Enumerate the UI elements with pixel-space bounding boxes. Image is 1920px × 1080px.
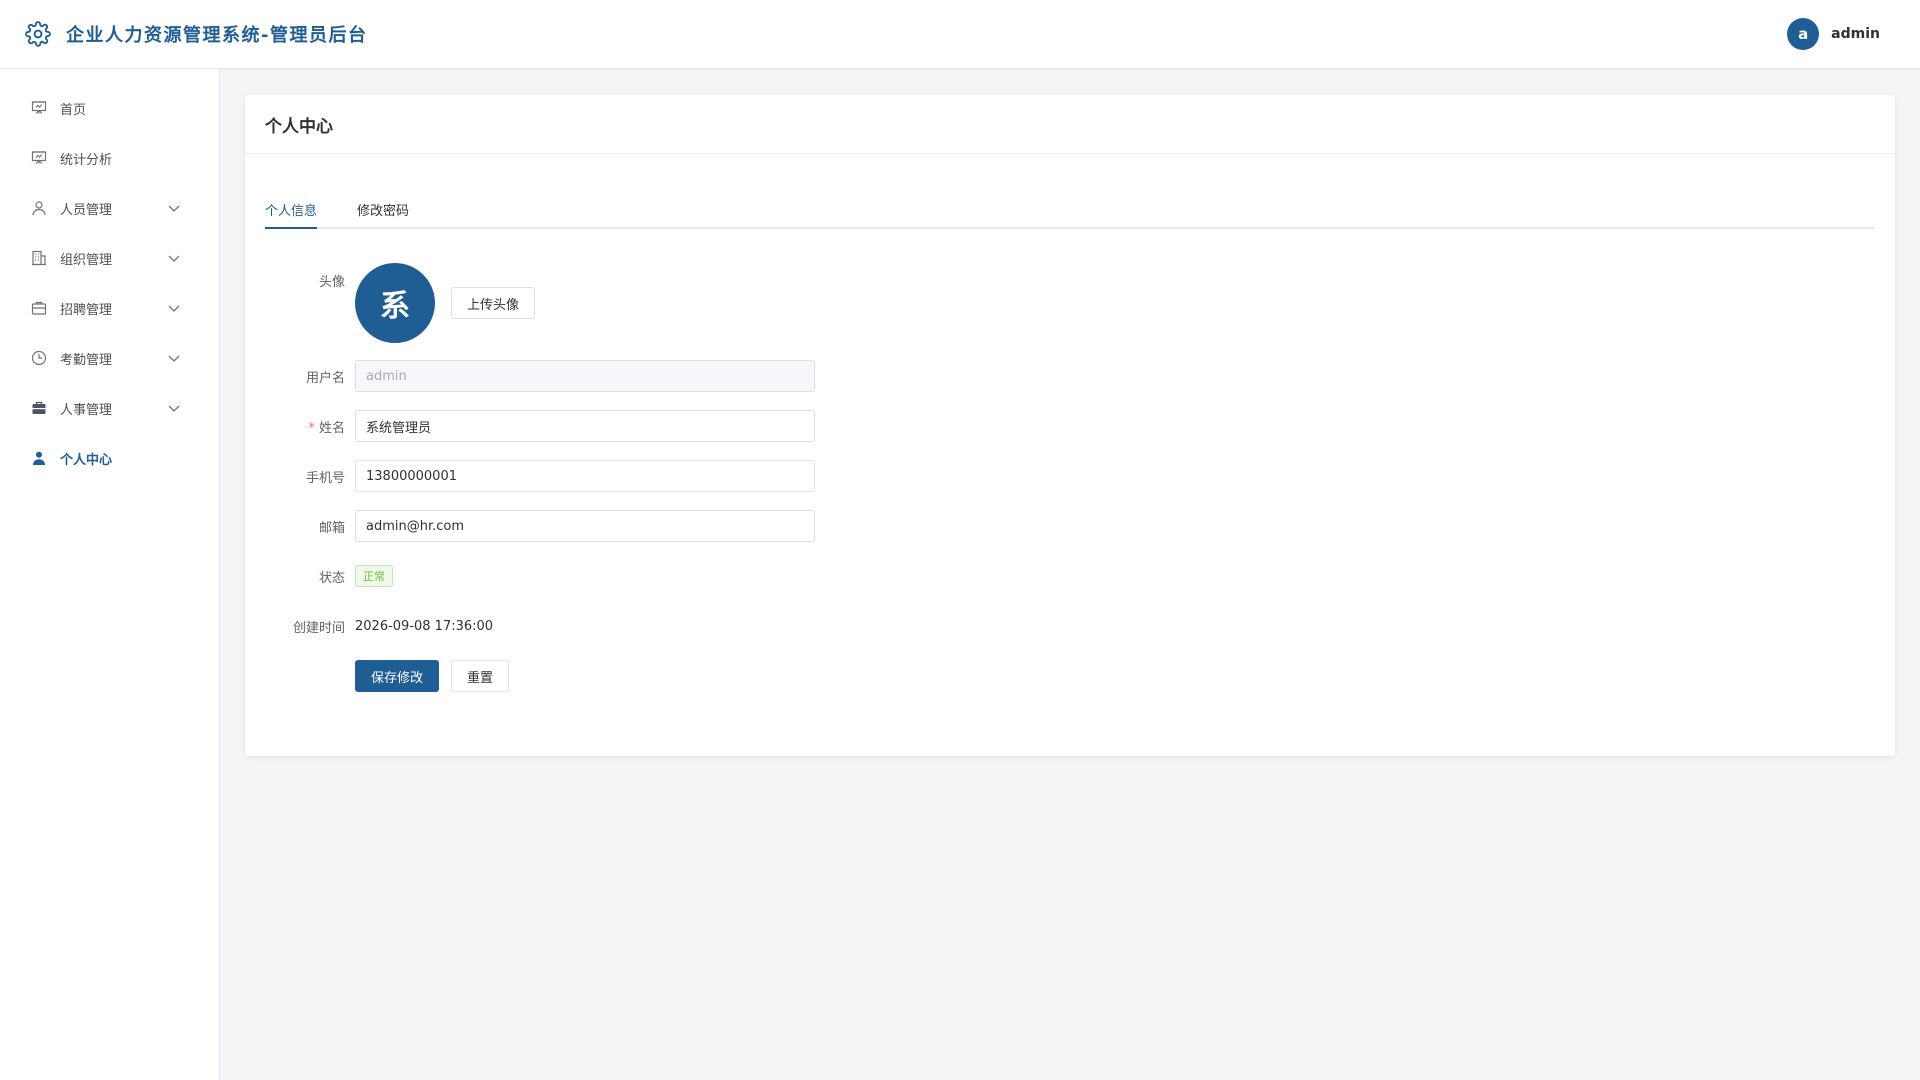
chevron-down-icon[interactable] [166, 250, 182, 266]
building-icon [30, 249, 48, 267]
form-actions: 保存修改 重置 [265, 660, 510, 692]
sidebar-item-statistics[interactable]: 统计分析 [0, 133, 219, 183]
user-filled-icon [30, 449, 48, 467]
phone-input[interactable] [355, 460, 815, 492]
avatar-row: 头像 系 上传头像 [265, 263, 536, 343]
sidebar-item-home[interactable]: 首页 [0, 83, 219, 133]
sidebar-item-label: 人员管理 [60, 202, 113, 218]
upload-avatar-button[interactable]: 上传头像 [451, 287, 536, 319]
tabs: 个人信息 修改密码 [265, 200, 1875, 229]
sidebar-item-label: 招聘管理 [60, 302, 113, 318]
username-label: 用户名 [305, 370, 345, 386]
avatar: 系 [355, 263, 435, 343]
required-mark: * [308, 420, 315, 436]
sidebar-item-personnel[interactable]: 人员管理 [0, 183, 219, 233]
created-time-value: 2026-09-08 17:36:00 [355, 618, 494, 634]
user-menu[interactable]: a admin [1787, 18, 1880, 50]
user-icon [30, 199, 48, 217]
sidebar-item-organization[interactable]: 组织管理 [0, 233, 219, 283]
sidebar-item-label: 人事管理 [60, 402, 113, 418]
created-time-label: 创建时间 [292, 620, 345, 636]
status-label: 状态 [318, 570, 345, 586]
reset-button[interactable]: 重置 [451, 660, 510, 692]
personal-center-card: 个人中心 个人信息 修改密码 头像 系 上传头像 用户名 *姓名 [245, 95, 1895, 756]
email-input[interactable] [355, 510, 815, 542]
sidebar-item-recruitment[interactable]: 招聘管理 [0, 283, 219, 333]
sidebar-item-label: 组织管理 [60, 252, 113, 268]
sidebar: 首页 统计分析 人员管理 组织管理 招聘管理 考勤管理 人事管理 个人中心 [0, 69, 220, 1080]
name-row: * 姓名 [265, 410, 815, 442]
avatar[interactable]: a [1787, 18, 1820, 50]
card-body: 个人信息 修改密码 头像 系 上传头像 用户名 *姓名 手机号 [245, 200, 1895, 692]
save-button[interactable]: 保存修改 [355, 660, 440, 692]
tab-change-password[interactable]: 修改密码 [357, 200, 409, 227]
name-input[interactable] [355, 410, 815, 442]
username-input [355, 360, 815, 392]
tab-personal-info[interactable]: 个人信息 [265, 200, 318, 229]
clock-icon [30, 349, 48, 367]
sidebar-item-hr-affairs[interactable]: 人事管理 [0, 383, 219, 433]
presentation-icon [30, 99, 48, 117]
page-title: 个人中心 [265, 116, 333, 137]
name-label: * 姓名 [265, 417, 355, 436]
chevron-down-icon[interactable] [166, 350, 182, 366]
sidebar-item-label: 统计分析 [60, 152, 113, 168]
phone-row: 手机号 [265, 460, 815, 492]
created-time-row: 创建时间 2026-09-08 17:36:00 [265, 610, 493, 642]
chevron-down-icon[interactable] [166, 300, 182, 316]
sidebar-item-label: 首页 [60, 102, 87, 118]
status-badge: 正常 [355, 565, 393, 587]
username-row: 用户名 [265, 360, 815, 392]
sidebar-item-label: 考勤管理 [60, 352, 113, 368]
presentation-chart-icon [30, 149, 48, 167]
card-header: 个人中心 [245, 95, 1895, 154]
sidebar-item-personal-center[interactable]: 个人中心 [0, 433, 219, 483]
email-label: 邮箱 [318, 520, 345, 536]
briefcase-icon [30, 299, 48, 317]
avatar-label: 头像 [318, 275, 345, 290]
chevron-down-icon[interactable] [166, 200, 182, 216]
user-name[interactable]: admin [1831, 26, 1880, 42]
toolbox-icon [30, 399, 48, 417]
app-title: 企业人力资源管理系统-管理员后台 [66, 25, 368, 46]
gear-icon[interactable] [24, 20, 52, 48]
email-row: 邮箱 [265, 510, 815, 542]
top-header: 企业人力资源管理系统-管理员后台 a admin [0, 0, 1920, 69]
brand: 企业人力资源管理系统-管理员后台 [24, 20, 367, 48]
sidebar-item-label: 个人中心 [60, 452, 113, 468]
phone-label: 手机号 [305, 470, 345, 486]
name-label-text: 姓名 [318, 420, 345, 436]
sidebar-item-attendance[interactable]: 考勤管理 [0, 333, 219, 383]
chevron-down-icon[interactable] [166, 400, 182, 416]
status-row: 状态 正常 [265, 560, 393, 592]
